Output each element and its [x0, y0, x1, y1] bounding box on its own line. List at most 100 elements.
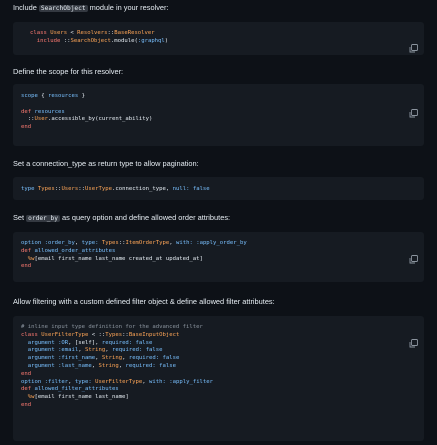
code-token: :email — [58, 347, 79, 354]
code-token: , — [91, 362, 99, 369]
code-token: required: — [125, 362, 160, 369]
code-content: # inline input type definition for the a… — [21, 324, 213, 410]
code-token: UserFilterType — [41, 331, 89, 338]
intro-text: module in your resolver: — [87, 3, 169, 12]
code-line: # inline input type definition for the a… — [21, 324, 213, 332]
code-token: null: — [172, 186, 193, 192]
code-line: argument :last_name, String, required: f… — [21, 363, 213, 371]
docs-page: Include SearchObject module in your reso… — [0, 0, 437, 445]
copy-icon[interactable] — [409, 239, 418, 264]
code-token: Types — [105, 331, 123, 338]
code-token: type: — [74, 378, 96, 385]
code-token: < :: — [88, 331, 106, 338]
code-block-order-by: option :order_by, type: Types::ItemOrder… — [13, 232, 424, 282]
code-token: end — [21, 401, 32, 408]
code-token: Users — [50, 30, 68, 36]
code-content: scope { resources } def resources ::User… — [21, 93, 152, 132]
code-token: , — [169, 240, 176, 246]
code-token: def — [21, 108, 35, 115]
code-token: type: — [81, 240, 102, 246]
code-token: resources — [47, 93, 79, 99]
code-line: %w[email first_name last_name created_at… — [21, 256, 247, 264]
code-token: include — [36, 37, 64, 44]
code-line: argument :first_name, String, required: … — [21, 355, 213, 363]
copy-icon[interactable] — [409, 323, 418, 348]
intro-text: Include — [13, 3, 39, 12]
inline-code: SearchObject — [38, 5, 88, 12]
code-token: false — [135, 339, 153, 346]
code-token: end — [21, 370, 32, 377]
code-token: UserType — [85, 186, 112, 192]
code-token: Users — [61, 186, 79, 192]
code-line: class Users < Resolvers::BaseResolver — [30, 30, 168, 38]
section-2-intro: Define the scope for this resolver: — [13, 67, 123, 77]
section-3-intro: Set a connection_type as return type to … — [13, 159, 199, 169]
code-token: with: — [149, 378, 170, 385]
code-token: String — [98, 362, 119, 369]
code-token: option — [21, 240, 45, 246]
code-line: def allowed_filter_attributes — [21, 386, 213, 394]
copy-icon[interactable] — [409, 93, 418, 118]
code-token: , — [105, 347, 112, 354]
code-token: , — [122, 355, 129, 362]
code-block-type: type Types::Users::UserType.connection_t… — [13, 177, 424, 200]
code-token: %w — [27, 255, 35, 262]
code-token: :graphql — [137, 37, 165, 44]
code-token: end — [21, 263, 32, 270]
code-token: Types — [101, 240, 119, 246]
intro-text: Define the scope for this resolver: — [13, 67, 124, 76]
code-token: type — [21, 186, 38, 192]
code-token: argument — [27, 362, 59, 369]
code-token: false — [145, 347, 163, 354]
section-5-intro: Allow filtering with a custom defined fi… — [13, 297, 275, 307]
section-1-intro: Include SearchObject module in your reso… — [13, 3, 169, 14]
code-token: { — [37, 93, 48, 99]
code-line: argument :email, String, required: false — [21, 347, 213, 355]
intro-text: Set — [13, 213, 27, 222]
code-token: [email first_name last_name created_at u… — [34, 255, 203, 262]
copy-icon[interactable] — [409, 184, 418, 200]
intro-text: Set a connection_type as return type to … — [13, 159, 199, 168]
code-token: %w — [27, 394, 35, 401]
code-token: BaseResolver — [114, 30, 155, 36]
code-token: false — [159, 362, 176, 369]
code-token: :OR — [58, 339, 69, 346]
code-line: %w[email first_name last_name] — [21, 394, 213, 402]
code-token: :last_name — [58, 362, 92, 369]
code-token: :order_by — [44, 240, 75, 246]
code-token: UserFilterType — [95, 378, 143, 385]
code-token: ItemOrderType — [125, 240, 170, 246]
code-token: , — [74, 240, 82, 246]
code-token: User — [34, 116, 48, 123]
code-line: end — [21, 263, 247, 271]
code-token: } — [78, 93, 86, 99]
code-token: end — [21, 124, 32, 131]
code-token: # inline input type definition for the a… — [21, 324, 203, 330]
code-token: String — [85, 347, 106, 354]
code-token: class — [30, 30, 51, 36]
code-token: module — [114, 37, 135, 44]
code-token: :: — [21, 116, 35, 123]
code-token: Types — [37, 186, 55, 192]
intro-text: Allow filtering with a custom defined fi… — [13, 297, 275, 306]
code-token: < — [67, 30, 78, 36]
code-token: required: — [128, 355, 163, 362]
copy-icon[interactable] — [409, 28, 418, 53]
code-token: SearchObject — [70, 37, 111, 44]
code-line: end — [21, 124, 152, 132]
code-line: argument :OR, [self], required: false — [21, 340, 213, 348]
code-line: option :filter, type: UserFilterType, wi… — [21, 379, 213, 387]
code-token: :: — [122, 331, 129, 338]
code-token: allowed_filter_attributes — [34, 386, 119, 393]
code-token: :apply_filter — [169, 378, 214, 385]
code-token: , [self], — [68, 339, 102, 346]
code-token: def — [21, 247, 35, 254]
code-token: required: — [101, 339, 136, 346]
code-token: allowed_order_attributes — [34, 247, 116, 254]
